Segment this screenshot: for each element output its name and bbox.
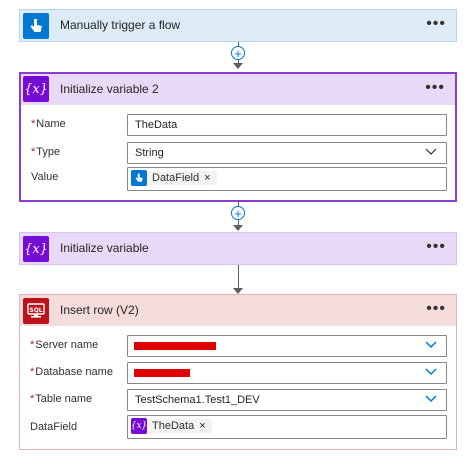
- datafield-input[interactable]: {x} TheData ×: [127, 415, 447, 439]
- init-variable-header[interactable]: {x} Initialize variable •••: [20, 233, 456, 264]
- init-variable-card[interactable]: {x} Initialize variable •••: [19, 232, 457, 265]
- init-variable-2-header[interactable]: {x} Initialize variable 2 •••: [21, 74, 455, 105]
- add-step-plus-icon[interactable]: +: [231, 46, 245, 60]
- type-label: *Type: [31, 146, 61, 158]
- type-dropdown[interactable]: String: [127, 142, 447, 164]
- value-input[interactable]: DataField ×: [127, 167, 447, 191]
- init-variable-title: Initialize variable: [60, 241, 149, 255]
- chevron-down-icon: [425, 395, 437, 403]
- touch-hand-icon: [131, 170, 147, 186]
- name-label: *Name: [31, 118, 66, 130]
- chevron-down-icon: [425, 341, 437, 349]
- trigger-card[interactable]: Manually trigger a flow •••: [19, 9, 457, 42]
- table-name-dropdown[interactable]: TestSchema1.Test1_DEV: [127, 389, 447, 411]
- touch-hand-icon: [23, 13, 49, 39]
- arrow-down-icon: [233, 225, 243, 231]
- variable-icon: {x}: [131, 418, 147, 434]
- insert-row-card: SQL Insert row (V2) ••• *Server name *Da…: [19, 294, 457, 450]
- chevron-down-icon: [425, 148, 437, 155]
- database-name-label: *Database name: [30, 366, 113, 378]
- init-variable-2-title: Initialize variable 2: [60, 82, 159, 96]
- connector-line: [238, 265, 239, 289]
- init-variable-2-card: {x} Initialize variable 2 ••• *Name TheD…: [19, 72, 457, 202]
- trigger-title: Manually trigger a flow: [60, 18, 181, 32]
- table-name-label: *Table name: [30, 393, 93, 405]
- redacted-value: [134, 369, 190, 377]
- token-remove-button[interactable]: ×: [204, 172, 210, 184]
- server-name-dropdown[interactable]: [127, 335, 447, 357]
- token-remove-button[interactable]: ×: [199, 420, 205, 432]
- init-variable-more-button[interactable]: •••: [426, 233, 446, 261]
- chevron-down-icon: [425, 368, 437, 376]
- trigger-more-button[interactable]: •••: [426, 10, 446, 38]
- insert-row-more-button[interactable]: •••: [426, 295, 446, 323]
- sql-server-icon: SQL: [23, 298, 49, 324]
- variable-icon: {x}: [23, 76, 49, 102]
- arrow-down-icon: [233, 63, 243, 69]
- insert-row-title: Insert row (V2): [60, 303, 139, 317]
- database-name-dropdown[interactable]: [127, 362, 447, 384]
- init-variable-2-more-button[interactable]: •••: [425, 74, 445, 102]
- datafield-token[interactable]: DataField ×: [131, 170, 217, 186]
- insert-row-header[interactable]: SQL Insert row (V2) •••: [20, 295, 456, 326]
- trigger-header[interactable]: Manually trigger a flow •••: [20, 10, 456, 41]
- server-name-label: *Server name: [30, 339, 99, 351]
- datafield-label: DataField: [30, 421, 78, 433]
- svg-text:SQL: SQL: [29, 307, 42, 314]
- add-step-plus-icon[interactable]: +: [231, 206, 245, 220]
- thedata-token[interactable]: {x} TheData ×: [131, 418, 212, 434]
- redacted-value: [134, 342, 216, 350]
- value-label: Value: [31, 171, 59, 183]
- variable-icon: {x}: [23, 236, 49, 262]
- name-input[interactable]: TheData: [127, 114, 447, 136]
